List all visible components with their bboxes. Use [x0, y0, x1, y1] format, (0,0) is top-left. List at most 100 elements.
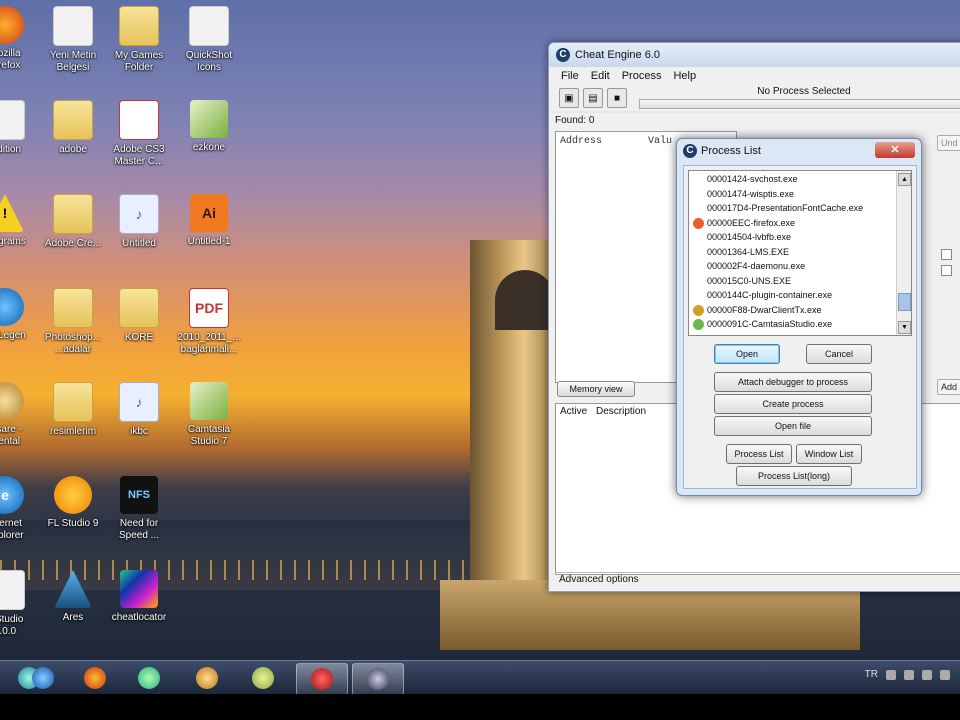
taskbar-ie[interactable]: [18, 663, 68, 693]
taskbar-recorder[interactable]: [296, 663, 348, 695]
messenger-icon: [138, 667, 160, 689]
close-button[interactable]: ✕: [875, 142, 915, 158]
taskbar: TR: [0, 660, 960, 695]
taskbar-messenger[interactable]: [124, 663, 174, 693]
open-file-button[interactable]: Open file: [714, 416, 872, 436]
process-row[interactable]: 00000300-ToolHelp.exe: [707, 333, 802, 336]
process-row[interactable]: 000017D4-PresentationFontCache.exe: [707, 202, 863, 215]
cheat-engine-logo-icon: C: [556, 48, 570, 62]
window-list-button[interactable]: Window List: [796, 444, 862, 464]
process-list-scrollbar[interactable]: ▲ ▼: [896, 171, 911, 335]
camtasia-icon: [252, 667, 274, 689]
address-column-header[interactable]: Address: [560, 136, 602, 147]
undo-scan-button[interactable]: Und: [937, 135, 960, 151]
pl-content: 00001424-svchost.exe 00001474-wisptis.exe…: [683, 165, 917, 489]
menu-edit[interactable]: Edit: [591, 70, 610, 82]
desktop-icon-glyph: [190, 100, 228, 138]
desktop-icon-glyph: [0, 100, 25, 140]
tray-arrow-icon[interactable]: [886, 669, 896, 680]
desktop-icon-label: 2010_2011_... baglanmali...: [177, 332, 241, 355]
select-process-icon[interactable]: ▣: [559, 88, 579, 108]
process-list-long-button[interactable]: Process List(long): [736, 466, 852, 486]
cheat-engine-icon: [367, 668, 389, 690]
pl-titlebar[interactable]: C Process List ✕: [677, 139, 921, 163]
taskbar-camtasia[interactable]: [238, 663, 288, 693]
process-icon: [693, 217, 704, 229]
desktop-icon[interactable]: QuickShot Icons: [166, 6, 252, 74]
taskbar-cheat-engine[interactable]: [352, 663, 404, 695]
value-column-header[interactable]: Valu: [648, 136, 672, 147]
desktop-icon-glyph: [0, 288, 24, 326]
attach-debugger-button[interactable]: Attach debugger to process: [714, 372, 872, 392]
desktop-icon-glyph: !: [0, 194, 24, 232]
create-process-button[interactable]: Create process: [714, 394, 872, 414]
internet-explorer-icon: [32, 667, 54, 689]
menu-file[interactable]: File: [561, 70, 579, 82]
process-row[interactable]: 00000F88-DwarClientTx.exe: [707, 304, 822, 317]
found-count: Found: 0: [555, 115, 595, 126]
process-row[interactable]: 00000EEC-firefox.exe: [707, 217, 795, 230]
process-row[interactable]: 000002F4-daemonu.exe: [707, 260, 805, 273]
process-row[interactable]: 000014504-lvbfb.exe: [707, 231, 791, 244]
recorder-icon: [311, 668, 333, 690]
scroll-down-icon[interactable]: ▼: [898, 321, 911, 334]
desktop-icon[interactable]: NFS Need for Speed ...: [96, 476, 182, 542]
letterbox-bar: [0, 694, 960, 720]
desktop-icon-glyph: [120, 570, 158, 608]
ce-title: Cheat Engine 6.0: [575, 49, 661, 61]
desktop-icon-glyph: [0, 382, 24, 420]
desktop-icon-glyph: [119, 100, 159, 140]
process-row[interactable]: 00001364-LMS.EXE: [707, 246, 789, 259]
desktop-icon[interactable]: Camtasia Studio 7: [166, 382, 252, 448]
add-address-button[interactable]: Add: [937, 379, 960, 395]
ce-toolbar: ▣ ▤ ■ No Process Selected: [549, 85, 960, 111]
memory-view-button[interactable]: Memory view: [557, 381, 635, 397]
process-row[interactable]: 0000144C-plugin-container.exe: [707, 289, 832, 302]
desktop-icon-glyph: ♪: [119, 194, 159, 234]
process-row[interactable]: 00001424-svchost.exe: [707, 173, 798, 186]
taskbar-media[interactable]: [182, 663, 232, 693]
scan-progress-bar: [639, 99, 960, 109]
process-listbox[interactable]: 00001424-svchost.exe 00001474-wisptis.exe…: [688, 170, 912, 336]
desktop-icon[interactable]: Ai Untitled-1: [166, 194, 252, 248]
active-column-header[interactable]: Active: [560, 406, 587, 417]
process-row[interactable]: 00001474-wisptis.exe: [707, 188, 794, 201]
save-icon[interactable]: ■: [607, 88, 627, 108]
desktop-icon-label: QuickShot Icons: [185, 50, 233, 73]
menu-help[interactable]: Help: [673, 70, 696, 82]
cheat-engine-logo-icon: C: [683, 144, 697, 158]
taskbar-firefox[interactable]: [70, 663, 120, 693]
desktop-icon-glyph: [119, 6, 159, 46]
language-indicator[interactable]: TR: [865, 669, 878, 680]
desktop-icon-label: ezkone: [192, 142, 226, 153]
desktop-icon-label: Untitled-1: [187, 236, 231, 247]
volume-icon[interactable]: [922, 669, 932, 680]
desktop-icon-glyph: [0, 6, 24, 44]
desktop-icon-glyph: ♪: [119, 382, 159, 422]
pl-title: Process List: [701, 145, 761, 157]
option-checkbox-2[interactable]: [941, 265, 952, 276]
flag-icon[interactable]: [940, 669, 950, 680]
cancel-button[interactable]: Cancel: [806, 344, 872, 364]
process-row[interactable]: 000015C0-UNS.EXE: [707, 275, 791, 288]
process-list-button[interactable]: Process List: [726, 444, 792, 464]
desktop-icon-glyph: [189, 6, 229, 46]
open-button[interactable]: Open: [714, 344, 780, 364]
description-column-header[interactable]: Description: [596, 406, 646, 417]
option-checkbox-1[interactable]: [941, 249, 952, 260]
advanced-options-link[interactable]: Advanced options: [555, 572, 960, 587]
desktop-icon[interactable]: PDF 2010_2011_... baglanmali...: [166, 288, 252, 356]
desktop-icon[interactable]: cheatlocator: [96, 570, 182, 624]
open-folder-icon[interactable]: ▤: [583, 88, 603, 108]
desktop-icon-label: Camtasia Studio 7: [187, 424, 231, 447]
scroll-thumb[interactable]: [898, 293, 911, 311]
network-icon[interactable]: [904, 669, 914, 680]
menu-process[interactable]: Process: [622, 70, 662, 82]
desktop-icon-glyph: PDF: [189, 288, 229, 328]
scroll-up-icon[interactable]: ▲: [898, 173, 911, 186]
desktop-icon-glyph: [53, 100, 93, 140]
ce-titlebar[interactable]: C Cheat Engine 6.0: [549, 43, 960, 67]
desktop-icon[interactable]: ezkone: [166, 100, 252, 154]
desktop-icon-glyph: Ai: [190, 194, 228, 232]
process-row[interactable]: 0000091C-CamtasiaStudio.exe: [707, 318, 832, 331]
